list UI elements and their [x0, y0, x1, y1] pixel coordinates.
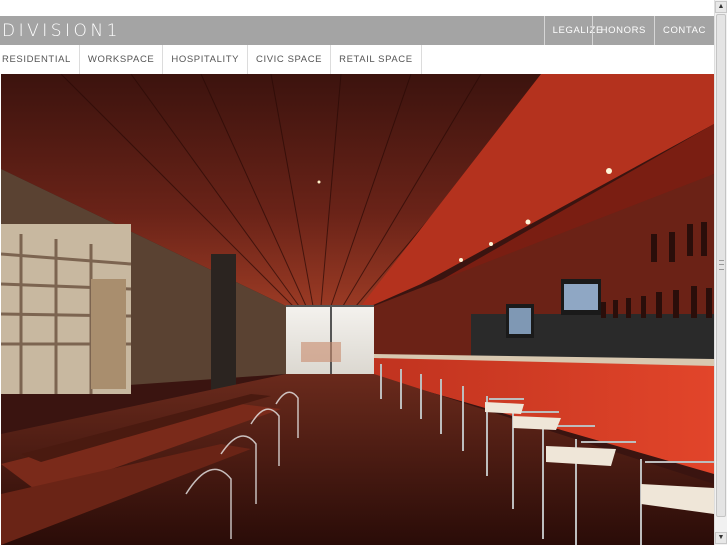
category-nav: RESIDENTIAL WORKSPACE HOSPITALITY CIVIC … [0, 45, 714, 74]
top-blank-band [0, 0, 714, 16]
hero-photo [1, 74, 714, 545]
category-workspace[interactable]: WORKSPACE [80, 45, 164, 74]
site-logo[interactable]: DIVISION1 [2, 22, 121, 40]
category-civic-space[interactable]: CIVIC SPACE [248, 45, 332, 74]
top-nav-legalize[interactable]: LEGALIZE [543, 16, 602, 45]
top-nav-honors[interactable]: HONORS [591, 16, 654, 45]
category-retail-space[interactable]: RETAIL SPACE [331, 45, 422, 74]
top-nav: LEGALIZE HONORS CONTAC [543, 16, 714, 45]
arrow-up-icon[interactable]: ▲ [715, 1, 727, 13]
top-nav-contact[interactable]: CONTAC [653, 16, 714, 45]
site-header: DIVISION1 LEGALIZE HONORS CONTAC [0, 16, 714, 45]
scrollbar-thumb[interactable] [716, 14, 726, 517]
vertical-scrollbar[interactable]: ▲ ▼ [714, 0, 727, 545]
category-residential[interactable]: RESIDENTIAL [0, 45, 80, 74]
arrow-down-icon[interactable]: ▼ [715, 532, 727, 544]
grip-icon [719, 260, 724, 270]
category-hospitality[interactable]: HOSPITALITY [163, 45, 249, 74]
restaurant-interior-image [1, 74, 714, 545]
